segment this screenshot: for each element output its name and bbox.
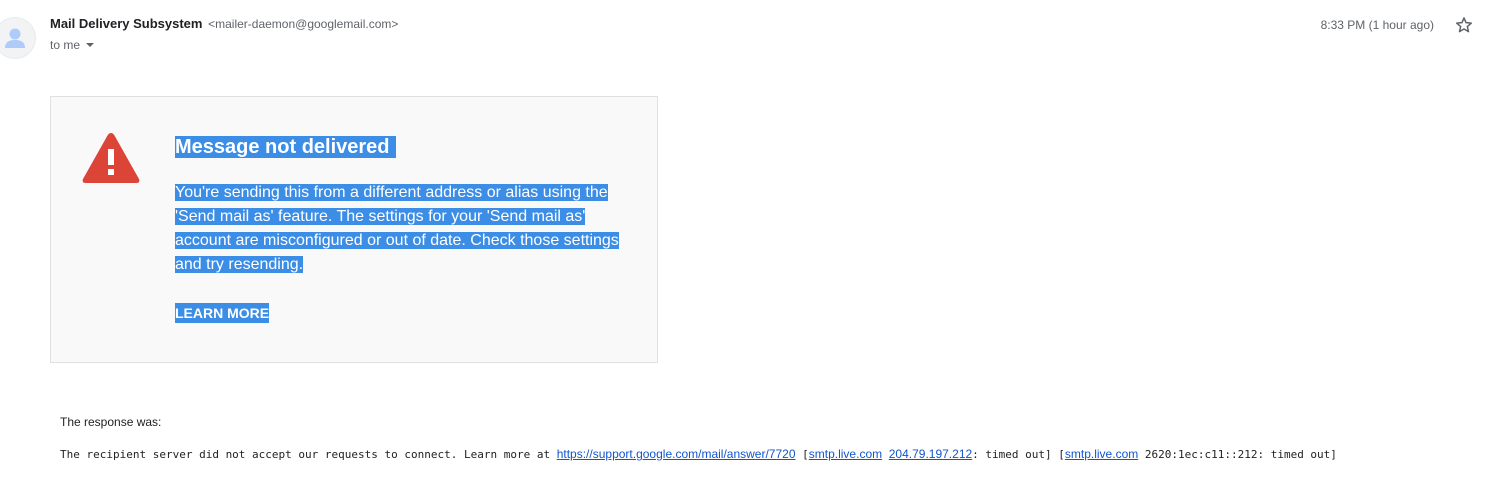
response-text: The recipient server did not accept our … — [60, 448, 557, 461]
card-content: Message not delivered You're sending thi… — [175, 133, 635, 323]
message-timestamp: 8:33 PM (1 hour ago) — [1320, 18, 1434, 32]
recipient-label: to me — [50, 38, 81, 52]
card-body-text: You're sending this from a different add… — [175, 184, 619, 273]
card-body: You're sending this from a different add… — [175, 181, 630, 277]
host-link-2[interactable]: smtp.live.com — [1065, 447, 1138, 461]
learn-more-link[interactable]: LEARN MORE — [175, 303, 270, 323]
host-link-1[interactable]: smtp.live.com — [809, 447, 882, 461]
recipient-line: to me — [50, 38, 95, 52]
person-avatar-icon[interactable] — [0, 17, 36, 59]
card-title: Message not delivered — [175, 133, 635, 161]
email-view: Mail Delivery Subsystem <mailer-daemon@g… — [0, 0, 1486, 479]
support-link[interactable]: https://support.google.com/mail/answer/7… — [557, 447, 796, 461]
sender-line: Mail Delivery Subsystem <mailer-daemon@g… — [50, 16, 398, 31]
sender-name[interactable]: Mail Delivery Subsystem — [50, 16, 202, 31]
warning-triangle-icon — [80, 130, 142, 186]
response-label: The response was: — [60, 415, 162, 429]
ip-link-1[interactable]: 204.79.197.212 — [889, 447, 972, 461]
bracket-open: [ — [795, 448, 809, 461]
timeout-text-1: : timed out] [ — [972, 448, 1065, 461]
card-title-text: Message not delivered — [175, 136, 396, 158]
delivery-failure-card: Message not delivered You're sending thi… — [50, 96, 658, 363]
sender-email: <mailer-daemon@googlemail.com> — [208, 17, 399, 31]
caret-down-icon[interactable] — [86, 43, 95, 47]
response-detail: The recipient server did not accept our … — [60, 447, 1337, 461]
star-outline-icon[interactable] — [1454, 15, 1474, 35]
timeout-text-2: 2620:1ec:c11::212: timed out] — [1138, 448, 1337, 461]
